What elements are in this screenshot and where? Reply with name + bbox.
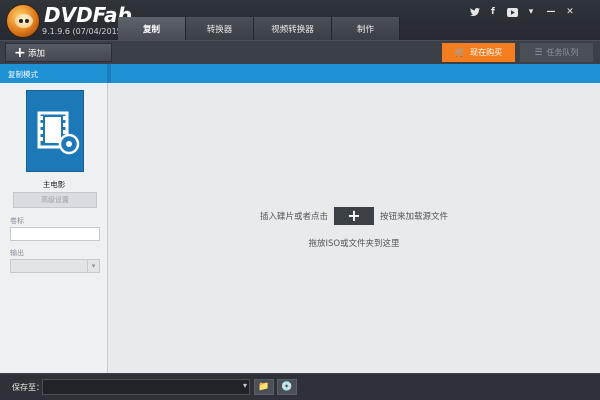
list-icon: ☰: [534, 47, 543, 58]
app-logo: [6, 4, 40, 38]
add-source-button[interactable]: + 添加: [5, 43, 112, 62]
disc-icon: 💿: [281, 382, 293, 392]
drop-area[interactable]: 插入碟片或者点击 + 按钮来加载源文件 拖放ISO或文件夹到这里: [108, 83, 600, 373]
tab-creator[interactable]: 制作: [332, 17, 400, 40]
save-to-label: 保存至：: [12, 383, 44, 392]
buy-label: 现在购买: [470, 48, 503, 57]
folder-icon: 📁: [258, 382, 270, 392]
drag-hint: 拖放ISO或文件夹到这里: [308, 239, 400, 249]
load-hint: 插入碟片或者点击 + 按钮来加载源文件: [108, 207, 600, 225]
copy-mode-panel: 主电影 高级设置 卷标 输出 ▾: [0, 83, 108, 373]
film-disc-icon: [37, 111, 80, 155]
section-strip: 复制模式: [0, 64, 600, 83]
queue-label: 任务队列: [546, 48, 579, 57]
twitter-icon[interactable]: [468, 6, 482, 18]
volume-label: 卷标: [10, 217, 24, 225]
add-label: 添加: [28, 48, 46, 59]
facebook-icon[interactable]: f: [486, 6, 500, 18]
plus-icon: +: [14, 45, 26, 61]
dropdown-icon[interactable]: ▾: [524, 6, 538, 18]
youtube-icon[interactable]: [505, 6, 519, 18]
tab-video-converter[interactable]: 视频转换器: [254, 17, 332, 40]
title-bar: DVDFab 9.1.9.6 (07/04/2015) 复制 转换器 视频转换器…: [0, 0, 600, 40]
hint-after: 按钮来加载源文件: [380, 212, 449, 222]
copy-mode-label: 复制模式: [8, 70, 38, 79]
tab-ripper[interactable]: 转换器: [186, 17, 254, 40]
save-path-select[interactable]: ▾: [42, 379, 250, 395]
mode-name: 主电影: [42, 180, 66, 189]
strip-divider: [107, 64, 111, 83]
output-select[interactable]: ▾: [10, 259, 100, 273]
close-icon[interactable]: ✕: [563, 6, 577, 18]
output-label: 输出: [10, 249, 24, 257]
volume-label-input[interactable]: [10, 227, 100, 241]
app-version: 9.1.9.6 (07/04/2015): [42, 27, 125, 36]
inline-add-button[interactable]: +: [334, 207, 374, 225]
buy-now-button[interactable]: 🛒 现在购买: [442, 43, 515, 62]
toolbar: + 添加 🛒 现在购买 ☰ 任务队列: [0, 40, 600, 64]
cart-icon: 🛒: [454, 47, 467, 58]
iso-output-button[interactable]: 💿: [277, 379, 297, 395]
main-movie-mode-tile[interactable]: [26, 90, 84, 172]
chevron-down-icon: ▾: [242, 381, 247, 390]
tab-copy[interactable]: 复制: [118, 17, 186, 40]
footer-bar: 保存至： ▾ 📁 💿: [0, 373, 600, 400]
advanced-settings-button[interactable]: 高级设置: [13, 192, 97, 208]
minimize-icon[interactable]: —: [544, 6, 558, 18]
task-queue-button[interactable]: ☰ 任务队列: [520, 43, 593, 62]
chevron-down-icon: ▾: [87, 260, 99, 272]
browse-folder-button[interactable]: 📁: [254, 379, 274, 395]
main-tabs: 复制 转换器 视频转换器 制作: [118, 17, 400, 40]
hint-before: 插入碟片或者点击: [259, 212, 328, 222]
